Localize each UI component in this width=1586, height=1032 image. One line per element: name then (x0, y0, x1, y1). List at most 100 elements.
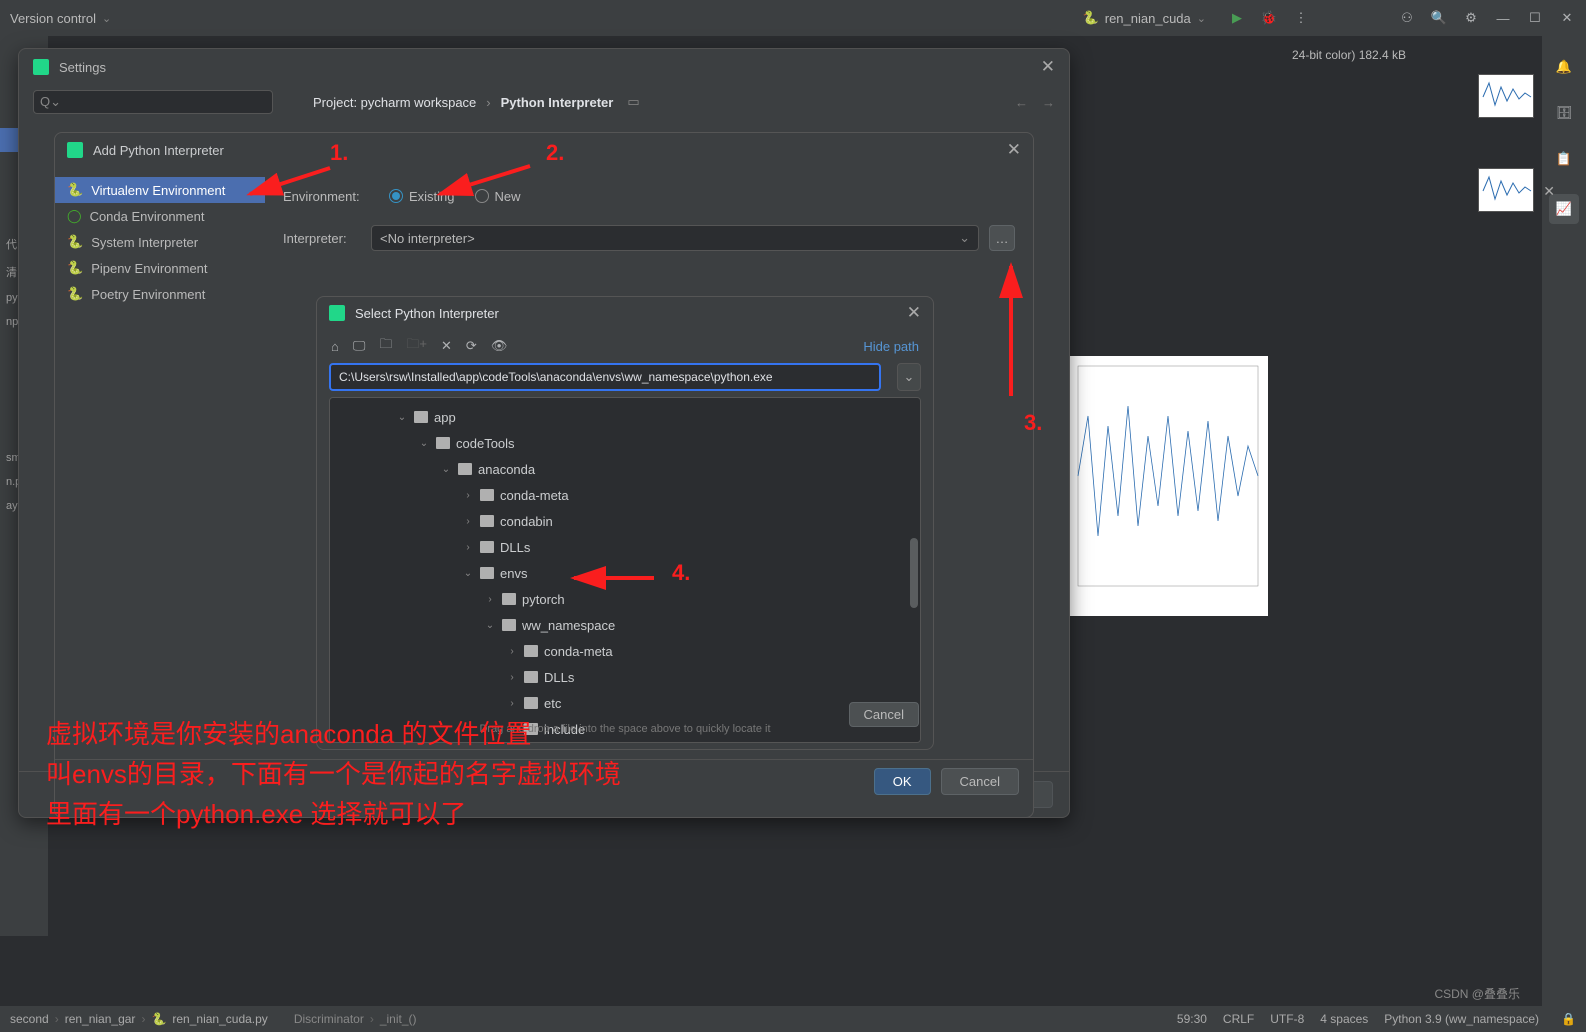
refresh-icon[interactable]: ⟳ (466, 338, 477, 354)
show-hidden-icon[interactable]: 👁 (491, 338, 508, 354)
chevron-right-icon[interactable]: › (462, 542, 474, 553)
interpreter-select[interactable]: <No interpreter> ⌄ (371, 225, 979, 251)
interpreter-label: Interpreter: (283, 231, 361, 246)
chevron-right-icon[interactable]: › (484, 594, 496, 605)
tree-item-codeTools[interactable]: ⌄codeTools (330, 430, 920, 456)
interp-type-conda[interactable]: ◯ Conda Environment (55, 203, 265, 229)
interp-type-poetry[interactable]: 🐍 Poetry Environment (55, 281, 265, 307)
radio-label: New (495, 189, 521, 204)
python-icon: 🐍 (67, 234, 83, 250)
project-icon[interactable]: 🗀 (379, 335, 392, 357)
breadcrumb-item[interactable]: ren_nian_gar (65, 1012, 136, 1026)
tree-item-pytorch[interactable]: ›pytorch (330, 586, 920, 612)
tree-item-condabin[interactable]: ›condabin (330, 508, 920, 534)
chevron-down-icon[interactable]: ⌄ (462, 568, 474, 579)
close-icon[interactable]: ✕ (907, 303, 921, 323)
lock-icon[interactable]: 🔒 (1561, 1012, 1576, 1026)
tree-item-etc[interactable]: ›etc (330, 690, 920, 716)
chevron-down-icon[interactable]: ⌄ (484, 620, 496, 631)
interpreter-status[interactable]: Python 3.9 (ww_namespace) (1384, 1012, 1539, 1026)
close-icon[interactable]: ✕ (1007, 140, 1021, 160)
breadcrumb-item[interactable]: _init_() (380, 1012, 417, 1026)
nav-back-icon[interactable]: ← (1015, 95, 1028, 110)
ellipsis-icon: … (996, 231, 1009, 246)
close-icon[interactable]: ✕ (1543, 183, 1555, 200)
chevron-right-icon[interactable]: › (462, 516, 474, 527)
line-ending[interactable]: CRLF (1223, 1012, 1254, 1026)
clipboard-icon[interactable]: 📋 (1553, 148, 1575, 170)
gear-icon[interactable]: ⚙ (1462, 9, 1480, 27)
ok-button[interactable]: OK (874, 768, 931, 795)
nav-forward-icon[interactable]: → (1042, 95, 1055, 110)
cancel-button[interactable]: Cancel (941, 768, 1019, 795)
breadcrumb-item[interactable]: Discriminator (294, 1012, 364, 1026)
radio-existing[interactable]: Existing (389, 189, 455, 204)
run-config-label: ren_nian_cuda (1105, 11, 1191, 26)
tree-item-anaconda[interactable]: ⌄anaconda (330, 456, 920, 482)
desktop-icon[interactable]: 🖵 (353, 338, 366, 354)
home-icon[interactable]: ⌂ (331, 339, 339, 354)
file-tree[interactable]: ⌄app⌄codeTools⌄anaconda › conda-meta ›conda… (329, 397, 921, 743)
interp-type-system[interactable]: 🐍 System Interpreter (55, 229, 265, 255)
new-folder-icon[interactable]: 🗀+ (406, 335, 427, 357)
close-icon[interactable]: ✕ (1041, 57, 1055, 77)
breadcrumb-item[interactable]: second (10, 1012, 49, 1026)
minimize-icon[interactable]: — (1494, 9, 1512, 27)
tree-item-conda-meta[interactable]: ›conda-meta (330, 638, 920, 664)
folder-icon (480, 567, 494, 579)
plots-panel: 24-bit color) 182.4 kB ✕ (1280, 36, 1542, 776)
version-control-menu[interactable]: Version control (10, 11, 96, 26)
settings-titlebar: Settings ✕ (19, 49, 1069, 85)
search-icon[interactable]: 🔍 (1430, 9, 1448, 27)
notifications-icon[interactable]: 🔔 (1553, 56, 1575, 78)
chevron-right-icon[interactable]: › (506, 698, 518, 709)
cancel-button[interactable]: Cancel (849, 702, 919, 727)
interp-type-pipenv[interactable]: 🐍 Pipenv Environment (55, 255, 265, 281)
chevron-right-icon[interactable]: › (462, 490, 474, 501)
folder-icon (524, 645, 538, 657)
run-config-selector[interactable]: 🐍 ren_nian_cuda ⌄ (1075, 8, 1214, 28)
settings-search-input[interactable]: Q⌄ (33, 90, 273, 114)
environment-label: Environment: (283, 189, 373, 204)
chevron-down-icon[interactable]: ⌄ (440, 464, 452, 475)
interp-type-label: Virtualenv Environment (91, 183, 225, 198)
database-icon[interactable]: 🗄 (1553, 102, 1575, 124)
encoding[interactable]: UTF-8 (1270, 1012, 1304, 1026)
interp-type-virtualenv[interactable]: 🐍 Virtualenv Environment (55, 177, 265, 203)
breadcrumb-interpreter[interactable]: Python Interpreter (501, 95, 614, 110)
tree-item-app[interactable]: ⌄app (330, 404, 920, 430)
maximize-icon[interactable]: ☐ (1526, 9, 1544, 27)
user-icon[interactable]: ⚇ (1398, 9, 1416, 27)
status-bar: second › ren_nian_gar › 🐍 ren_nian_cuda.… (0, 1006, 1586, 1032)
more-icon[interactable]: ⋮ (1292, 9, 1310, 27)
breadcrumb-file[interactable]: ren_nian_cuda.py (172, 1012, 267, 1026)
chevron-right-icon[interactable]: › (506, 646, 518, 657)
browse-button[interactable]: … (989, 225, 1015, 251)
path-history-dropdown[interactable]: ⌄ (897, 363, 921, 391)
run-icon[interactable]: ▶ (1228, 9, 1246, 27)
scrollbar-handle[interactable] (910, 538, 918, 608)
hide-path-link[interactable]: Hide path (863, 339, 919, 354)
delete-icon[interactable]: ✕ (441, 338, 452, 354)
radio-new[interactable]: New (475, 189, 521, 204)
tree-item-envs[interactable]: ⌄envs (330, 560, 920, 586)
select-interp-title: Select Python Interpreter (355, 306, 499, 321)
breadcrumb-project[interactable]: Project: pycharm workspace (313, 95, 476, 110)
debug-icon[interactable]: 🐞 (1260, 9, 1278, 27)
tree-item-label: conda-meta (500, 488, 569, 503)
path-input[interactable]: C:\Users\rsw\Installed\app\codeTools\ana… (329, 363, 881, 391)
close-icon[interactable]: ✕ (1558, 9, 1576, 27)
indent-setting[interactable]: 4 spaces (1320, 1012, 1368, 1026)
tree-item-DLLs[interactable]: ›DLLs (330, 664, 920, 690)
plot-thumbnail[interactable]: ✕ (1478, 168, 1534, 212)
chevron-right-icon[interactable]: › (506, 672, 518, 683)
cursor-position[interactable]: 59:30 (1177, 1012, 1207, 1026)
chevron-down-icon[interactable]: ⌄ (396, 412, 408, 423)
plot-thumbnail[interactable] (1478, 74, 1534, 118)
chevron-down-icon[interactable]: ⌄ (418, 438, 430, 449)
tree-item-ww_namespace[interactable]: ⌄ww_namespace (330, 612, 920, 638)
tree-item-DLLs[interactable]: ›DLLs (330, 534, 920, 560)
tree-item-conda-meta[interactable]: › conda-meta (330, 482, 920, 508)
folder-icon (524, 697, 538, 709)
copy-icon[interactable]: ▭ (627, 94, 639, 110)
